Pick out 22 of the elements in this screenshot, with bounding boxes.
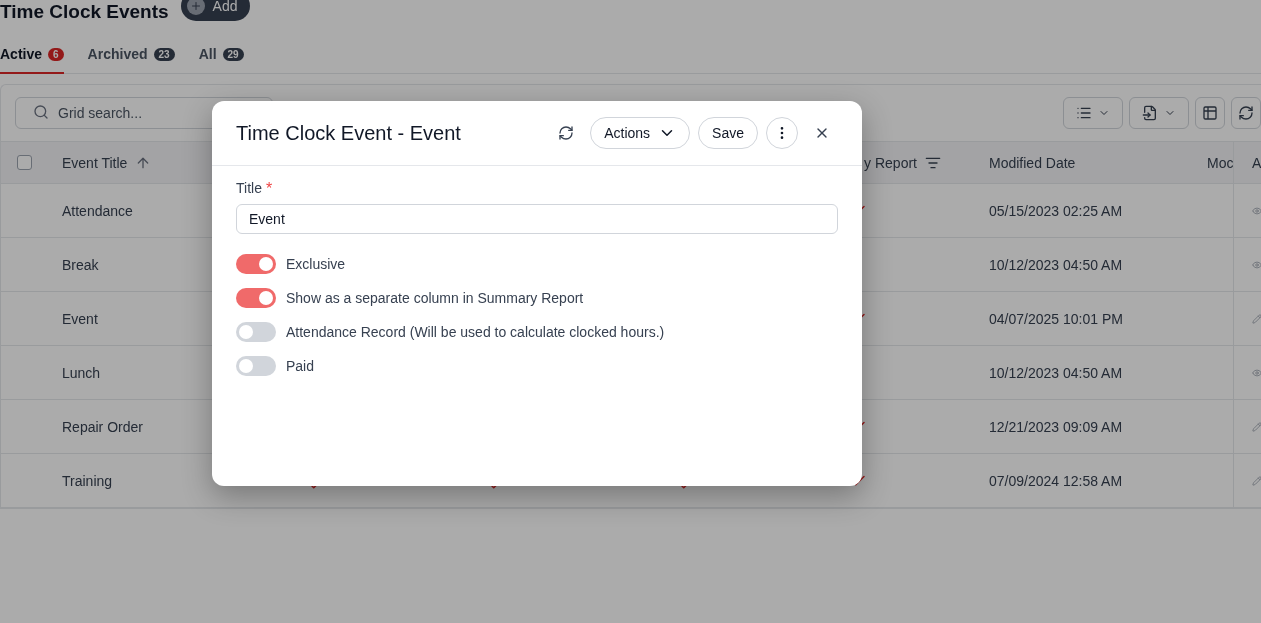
- table-cell: 04/07/2025 10:01 PM: [989, 310, 1123, 327]
- table-cell: Event: [62, 310, 98, 327]
- table-cell: Attendance: [62, 202, 133, 219]
- table-cell: 10/12/2023 04:50 AM: [989, 364, 1123, 381]
- page-title: Time Clock Events: [0, 1, 169, 23]
- count-badge: 29: [222, 47, 244, 61]
- toggle-label: Exclusive: [286, 256, 346, 272]
- table-cell: 10/12/2023 04:50 AM: [989, 256, 1123, 273]
- toggle-label: Show as a separate column in Summary Report: [286, 290, 584, 306]
- table-cell: 05/15/2023 02:25 AM: [989, 202, 1123, 219]
- field-label: Title: [236, 180, 262, 198]
- table-cell: 07/09/2024 12:58 AM: [989, 472, 1123, 489]
- table-cell: 12/21/2023 09:09 AM: [989, 418, 1123, 435]
- table-cell: Training: [62, 472, 113, 489]
- count-badge: 6: [48, 47, 64, 61]
- table-cell: Break: [62, 256, 99, 273]
- table-cell: Lunch: [62, 364, 101, 381]
- required-mark: *: [265, 180, 273, 198]
- table-cell: Repair Order: [62, 418, 143, 435]
- toggle-label: Attendance Record (Will be used to calculate clocked hours.): [286, 324, 665, 340]
- count-badge: 23: [153, 47, 175, 61]
- toggle-label: Paid: [286, 358, 315, 374]
